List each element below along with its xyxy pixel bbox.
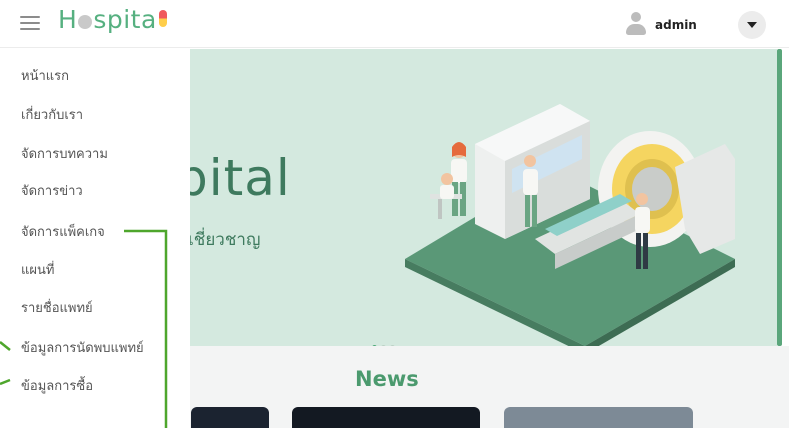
top-bar: Hspita admin: [0, 0, 789, 48]
scrollbar[interactable]: [777, 49, 782, 346]
username: admin: [655, 18, 697, 32]
sidebar-item-map[interactable]: แผนที่: [21, 259, 54, 280]
hospital-logo[interactable]: Hspita: [58, 5, 167, 34]
news-section: [190, 346, 789, 428]
sidebar-item-appointments[interactable]: ข้อมูลการนัดพบแพทย์: [21, 337, 144, 358]
news-card-3[interactable]: [504, 407, 693, 428]
hospital-illustration: [405, 104, 735, 346]
sidebar-item-about[interactable]: เกี่ยวกับเรา: [21, 104, 83, 125]
hero-banner: pital เชี่ยวชาญ: [190, 49, 777, 346]
sidebar-item-articles[interactable]: จัดการบทความ: [21, 143, 108, 164]
sidebar-item-news[interactable]: จัดการข่าว: [21, 180, 83, 201]
sidebar-item-packages[interactable]: จัดการแพ็คเกจ: [21, 221, 105, 242]
user-dropdown-chevron-icon[interactable]: [738, 11, 766, 39]
sidebar-item-doctors[interactable]: รายชื่อแพทย์: [21, 297, 93, 318]
logo-circle-icon: [78, 15, 93, 29]
pill-icon: [158, 10, 167, 27]
logo-prefix: H: [58, 5, 78, 34]
user-avatar-icon: [624, 11, 648, 37]
sidebar-menu: หน้าแรก เกี่ยวกับเรา จัดการบทความ จัดการ…: [0, 49, 190, 428]
news-heading: News: [355, 367, 419, 391]
news-card-2[interactable]: [292, 407, 480, 428]
news-card-1[interactable]: [191, 407, 269, 428]
carousel-indicators: [370, 335, 397, 346]
sidebar-item-home[interactable]: หน้าแรก: [21, 65, 69, 86]
hamburger-menu-icon[interactable]: [20, 14, 40, 30]
logo-suffix: spita: [93, 5, 157, 34]
sidebar-item-purchases[interactable]: ข้อมูลการซื้อ: [21, 375, 93, 396]
